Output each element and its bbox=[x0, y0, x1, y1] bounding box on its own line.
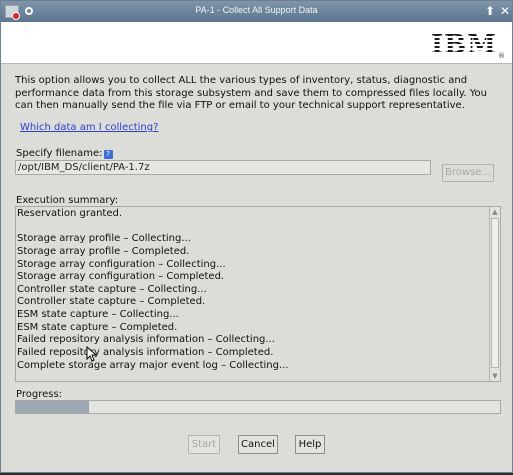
scroll-down-arrow-icon[interactable]: ▼ bbox=[490, 371, 500, 381]
which-data-link[interactable]: Which data am I collecting? bbox=[20, 122, 158, 133]
summary-line: Storage array profile – Collecting... bbox=[17, 233, 191, 245]
progress-label: Progress: bbox=[16, 389, 63, 400]
collect-support-data-window: PA-1 - Collect All Support Data ⬆ ✕ IBM … bbox=[0, 0, 513, 473]
summary-line: ESM state capture – Completed. bbox=[17, 321, 178, 333]
title-bar[interactable]: PA-1 - Collect All Support Data ⬆ ✕ bbox=[1, 1, 512, 22]
execution-summary-label: Execution summary: bbox=[16, 195, 119, 206]
close-icon[interactable]: ✕ bbox=[500, 4, 510, 18]
dialog-header: IBM ® bbox=[1, 22, 512, 64]
vertical-scrollbar[interactable]: ▲ ▼ bbox=[489, 207, 500, 381]
summary-line: Controller state capture – Collecting... bbox=[17, 283, 207, 295]
filename-label-text: Specify filename: bbox=[16, 148, 103, 159]
filename-input[interactable]: /opt/IBM_DS/client/PA-1.7z bbox=[15, 160, 431, 175]
description-text: This option allows you to collect ALL th… bbox=[15, 75, 487, 111]
progress-fill bbox=[16, 401, 89, 413]
scroll-thumb[interactable] bbox=[491, 218, 499, 368]
summary-line: ESM state capture – Collecting... bbox=[17, 309, 179, 321]
window-title: PA-1 - Collect All Support Data bbox=[195, 5, 318, 15]
maximize-icon[interactable]: ⬆ bbox=[485, 4, 495, 18]
mouse-pointer-icon bbox=[86, 346, 96, 362]
start-button[interactable]: Start bbox=[188, 435, 220, 454]
browse-button[interactable]: Browse... bbox=[442, 164, 494, 182]
scroll-up-arrow-icon[interactable]: ▲ bbox=[490, 207, 500, 217]
summary-line: Reservation granted. bbox=[17, 208, 123, 219]
ibm-logo-text: IBM bbox=[431, 30, 497, 60]
help-icon[interactable]: ? bbox=[103, 150, 113, 159]
summary-line bbox=[17, 221, 487, 234]
summary-line: Controller state capture – Completed. bbox=[17, 296, 206, 308]
ibm-logo: IBM bbox=[431, 31, 497, 59]
summary-line: Storage array configuration – Collecting… bbox=[17, 258, 226, 270]
cancel-button[interactable]: Cancel bbox=[238, 435, 278, 454]
help-button[interactable]: Help bbox=[295, 435, 325, 454]
registered-mark: ® bbox=[498, 52, 505, 60]
filename-label: Specify filename:? bbox=[16, 148, 113, 159]
summary-line: Storage array configuration – Completed. bbox=[17, 271, 225, 283]
summary-line: Storage array profile – Completed. bbox=[17, 245, 190, 257]
progress-bar bbox=[15, 400, 501, 414]
